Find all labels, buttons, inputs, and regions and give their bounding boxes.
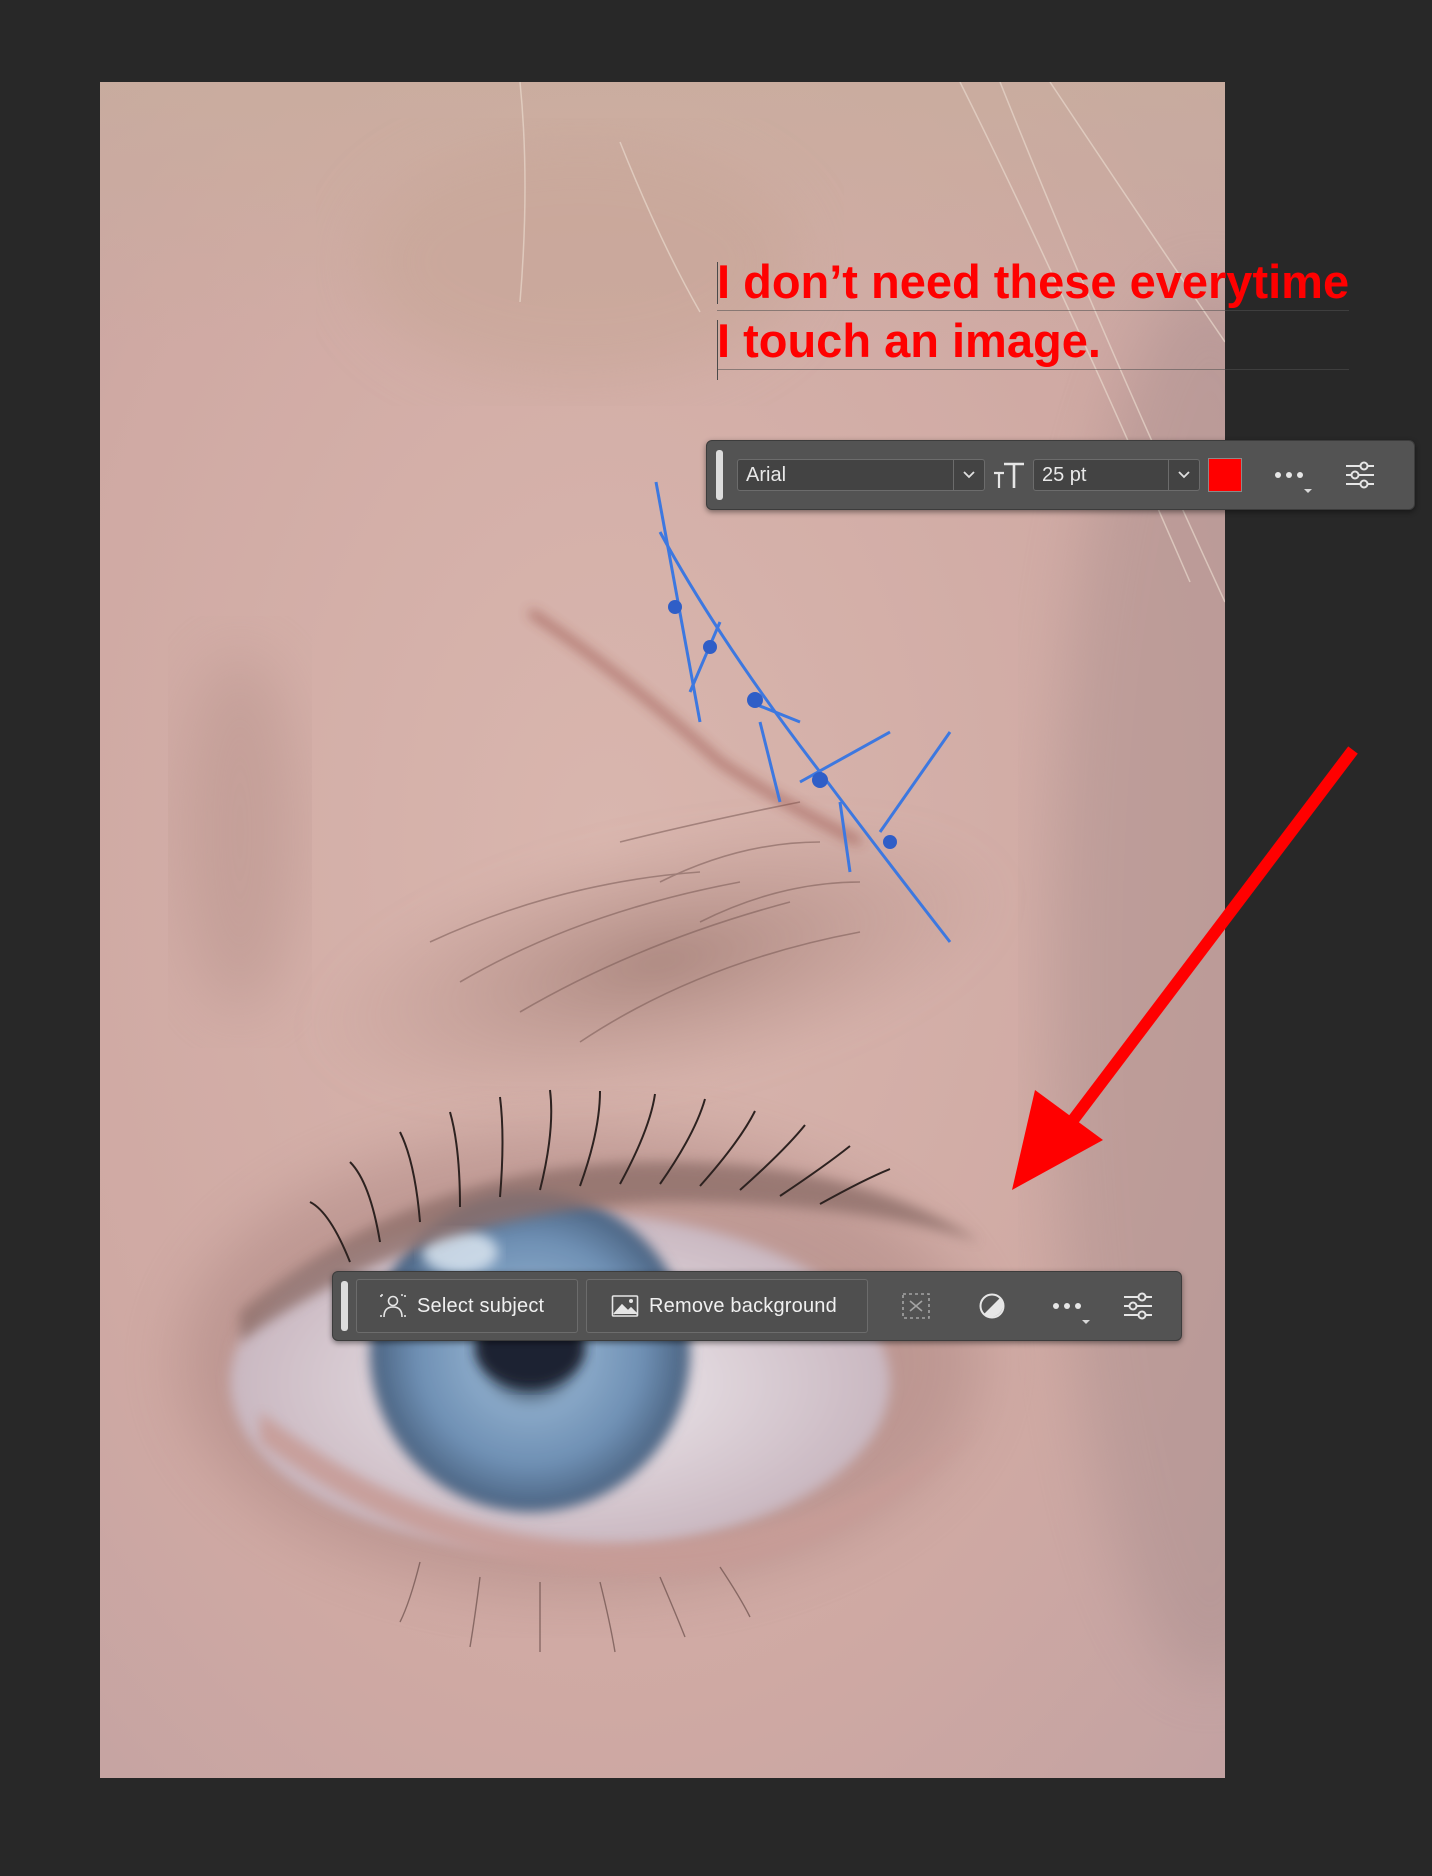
- mask-icon: [894, 1286, 938, 1326]
- taskbar-drag-handle[interactable]: [341, 1281, 348, 1331]
- annotation-line-1: I don’t need these everytime: [717, 252, 1350, 311]
- more-icon[interactable]: [1264, 455, 1314, 495]
- photoshop-workspace: I don’t need these everytime I touch an …: [0, 0, 1432, 1876]
- font-family-dropdown[interactable]: Arial: [737, 459, 985, 491]
- annotation-line-2: I touch an image.: [717, 311, 1350, 370]
- select-subject-button[interactable]: Select subject: [356, 1279, 578, 1333]
- font-size-dropdown[interactable]: 25 pt: [1033, 459, 1200, 491]
- chevron-down-icon: [1304, 489, 1312, 493]
- remove-background-button[interactable]: Remove background: [586, 1279, 868, 1333]
- text-contextual-taskbar: Arial 25 pt: [706, 440, 1415, 510]
- chevron-down-icon[interactable]: [1168, 460, 1199, 490]
- annotation-text[interactable]: I don’t need these everytime I touch an …: [717, 252, 1350, 370]
- font-family-value: Arial: [746, 463, 787, 486]
- chevron-down-icon[interactable]: [953, 460, 984, 490]
- font-size-value: 25 pt: [1042, 463, 1087, 486]
- image-icon: [611, 1294, 639, 1318]
- more-icon[interactable]: [1042, 1286, 1092, 1326]
- sliders-icon[interactable]: [1116, 1286, 1160, 1326]
- text-size-icon: [985, 455, 1033, 495]
- remove-background-label: Remove background: [649, 1294, 837, 1317]
- sliders-icon[interactable]: [1338, 455, 1382, 495]
- text-cursor: [717, 262, 718, 304]
- chevron-down-icon: [1082, 1320, 1090, 1324]
- text-color-swatch[interactable]: [1208, 458, 1242, 492]
- text-cursor: [717, 320, 718, 380]
- person-select-icon: [379, 1293, 407, 1319]
- image-contextual-taskbar: Select subject Remove background: [332, 1271, 1182, 1341]
- adjustment-circle-icon[interactable]: [970, 1286, 1014, 1326]
- select-subject-label: Select subject: [417, 1294, 545, 1317]
- taskbar-drag-handle[interactable]: [716, 450, 723, 500]
